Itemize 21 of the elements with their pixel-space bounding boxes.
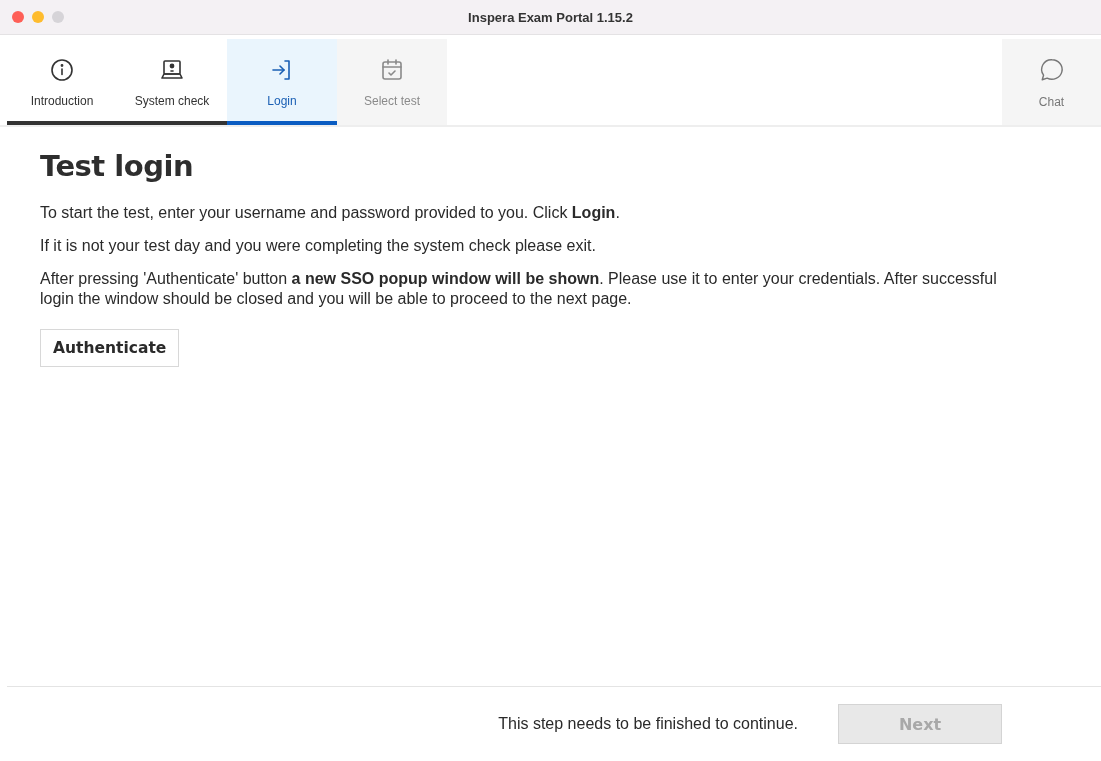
step-tab[interactable]: Login — [227, 39, 337, 125]
speech-bubble-icon — [1038, 57, 1065, 83]
info-icon — [50, 58, 74, 82]
instruction-text: If it is not your test day and you were completing the system check please exit. — [40, 236, 597, 256]
calendar-icon — [380, 58, 404, 82]
zoom-icon[interactable] — [52, 11, 64, 23]
instruction-text: To start the test, enter your username and password provided to you. Click Login. — [40, 203, 621, 223]
tab-label: Login — [267, 94, 297, 108]
status-message: This step needs to be finished to continue. — [498, 715, 798, 733]
page-heading: Test login — [40, 149, 195, 183]
instruction-text: After pressing 'Authenticate' button a new SSO popup window will be shown. Please use it to enter your credentials. After successful login the window should be closed and you will be able to proceed to the next page. — [40, 269, 998, 309]
tab-label: Chat — [1038, 95, 1065, 109]
window-title: Inspera Exam Portal 1.15.2 — [468, 9, 633, 25]
chat-tab[interactable]: Chat — [1002, 39, 1101, 125]
tab-label: Introduction — [30, 94, 94, 108]
close-icon[interactable] — [12, 11, 24, 23]
minimize-icon[interactable] — [32, 11, 44, 23]
tab-label: System check — [134, 94, 210, 108]
tab-label: Select test — [364, 94, 420, 108]
authenticate-button[interactable]: Authenticate — [40, 329, 180, 367]
laptop-icon — [160, 58, 184, 82]
